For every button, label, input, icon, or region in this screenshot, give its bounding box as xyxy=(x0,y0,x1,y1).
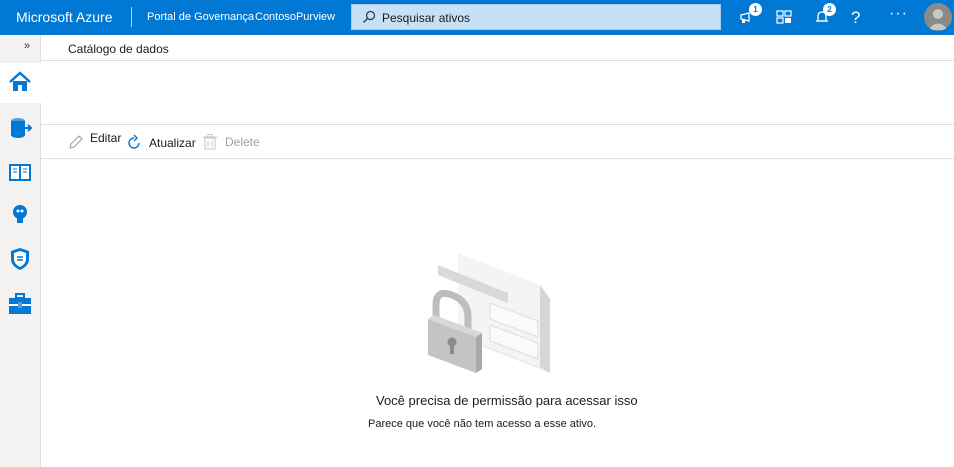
page-header: Catálogo de dados xyxy=(41,35,954,61)
avatar[interactable] xyxy=(924,3,952,31)
permission-message-subtitle: Parece que você não tem acesso a esse at… xyxy=(368,418,597,430)
expand-nav-button[interactable]: » xyxy=(24,40,30,52)
feedback-button[interactable]: 1 xyxy=(737,3,762,28)
brand-title[interactable]: Microsoft Azure xyxy=(16,9,112,25)
catalog-book-icon[interactable] xyxy=(7,159,33,185)
data-source-icon[interactable] xyxy=(7,115,33,141)
refresh-button[interactable]: Atualizar xyxy=(125,134,196,152)
portal-breadcrumb[interactable]: Portal de Governança xyxy=(147,11,254,23)
left-navigation: » xyxy=(0,35,41,467)
more-button[interactable]: ··· xyxy=(889,5,908,23)
directory-button[interactable] xyxy=(773,6,795,28)
edit-label: Editar xyxy=(90,131,122,145)
permission-lock-illustration xyxy=(428,253,550,373)
user-icon xyxy=(928,9,948,30)
header-band xyxy=(41,61,954,125)
refresh-label: Atualizar xyxy=(149,136,196,150)
trash-icon xyxy=(203,134,217,150)
delete-label: Delete xyxy=(225,135,260,149)
search-box[interactable]: Pesquisar ativos xyxy=(351,4,721,30)
edit-button[interactable]: Editar xyxy=(68,131,122,150)
home-icon[interactable] xyxy=(7,69,33,95)
account-breadcrumb[interactable]: ContosoPurview xyxy=(255,11,335,23)
search-input[interactable]: Pesquisar ativos xyxy=(382,11,470,25)
delete-button[interactable]: Delete xyxy=(203,134,260,150)
refresh-icon xyxy=(128,134,140,149)
top-bar: Microsoft Azure Portal de Governança Con… xyxy=(0,0,954,35)
notification-badge: 2 xyxy=(823,3,836,16)
header-divider xyxy=(131,7,132,27)
pencil-icon xyxy=(69,135,83,149)
command-toolbar: Editar Atualizar Delete xyxy=(41,126,954,159)
help-button[interactable]: ? xyxy=(851,8,860,28)
search-icon xyxy=(363,10,376,23)
management-toolbox-icon[interactable] xyxy=(7,291,33,317)
notifications-button[interactable]: 2 xyxy=(811,3,836,28)
directory-switch-icon xyxy=(776,10,792,24)
notification-badge: 1 xyxy=(749,3,762,16)
policy-shield-icon[interactable] xyxy=(7,246,33,272)
page-title: Catálogo de dados xyxy=(68,42,169,56)
permission-message-title: Você precisa de permissão para acessar i… xyxy=(376,393,638,408)
insights-bulb-icon[interactable] xyxy=(7,202,33,228)
